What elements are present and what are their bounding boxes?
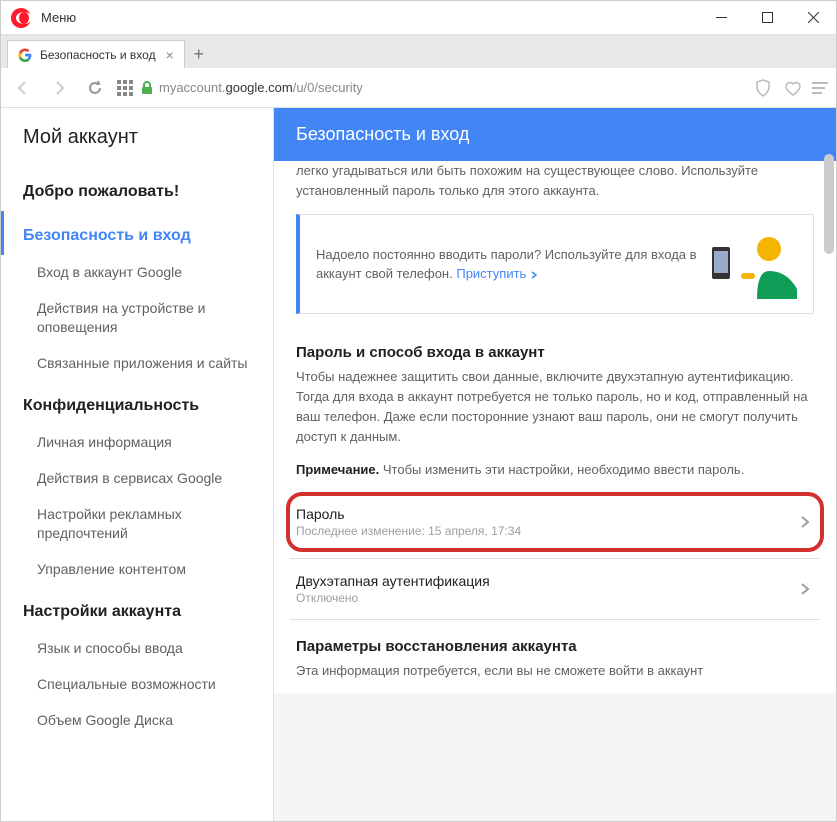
recovery-heading: Параметры восстановления аккаунта: [274, 620, 836, 661]
tab-title: Безопасность и вход: [40, 48, 156, 62]
tab-close-icon[interactable]: ×: [156, 47, 174, 63]
password-row[interactable]: Пароль Последнее изменение: 15 апреля, 1…: [286, 492, 824, 552]
twostep-subtitle: Отключено: [296, 591, 490, 605]
content-area: Мой аккаунт Добро пожаловать! Безопаснос…: [1, 108, 836, 821]
chevron-right-icon: [800, 582, 810, 596]
sidebar-section-privacy[interactable]: Конфиденциальность: [1, 381, 273, 425]
sidebar-item-access[interactable]: Специальные возможности: [1, 667, 273, 703]
password-subtitle: Последнее изменение: 15 апреля, 17:34: [296, 524, 521, 538]
recovery-desc: Эта информация потребуется, если вы не с…: [274, 661, 836, 693]
opera-logo-icon[interactable]: [11, 8, 31, 28]
shield-icon[interactable]: [752, 77, 774, 99]
google-favicon-icon: [18, 48, 32, 62]
close-button[interactable]: [790, 1, 836, 35]
new-tab-button[interactable]: +: [185, 40, 213, 68]
promo-text: Надоело постоянно вводить пароли? Исполь…: [316, 245, 697, 284]
maximize-button[interactable]: [744, 1, 790, 35]
sidebar-item-personal[interactable]: Личная информация: [1, 425, 273, 461]
reload-button[interactable]: [81, 74, 109, 102]
main-header: Безопасность и вход: [274, 108, 836, 161]
phone-signin-promo: Надоело постоянно вводить пароли? Исполь…: [296, 214, 814, 314]
twostep-row[interactable]: Двухэтапная аутентификация Отключено: [290, 558, 820, 619]
sidebar: Мой аккаунт Добро пожаловать! Безопаснос…: [1, 108, 274, 821]
heart-icon[interactable]: [782, 77, 804, 99]
address-bar: myaccount.google.com/u/0/security: [1, 68, 836, 108]
sidebar-item-lang[interactable]: Язык и способы ввода: [1, 631, 273, 667]
twostep-title: Двухэтапная аутентификация: [296, 573, 490, 589]
speed-dial-button[interactable]: [117, 80, 133, 96]
sidebar-item-devices[interactable]: Действия на устройстве и оповещения: [1, 291, 273, 346]
sidebar-title: Мой аккаунт: [1, 108, 273, 167]
main-panel: Безопасность и вход легко угадываться ил…: [274, 108, 836, 821]
promo-link[interactable]: Приступить: [456, 266, 538, 281]
sidebar-item-ads[interactable]: Настройки рекламных предпочтений: [1, 497, 273, 552]
sidebar-section-settings[interactable]: Настройки аккаунта: [1, 587, 273, 631]
password-title: Пароль: [296, 506, 521, 522]
back-button[interactable]: [9, 74, 37, 102]
minimize-button[interactable]: [698, 1, 744, 35]
sidebar-item-content[interactable]: Управление контентом: [1, 552, 273, 588]
main-scroll: легко угадываться или быть похожим на су…: [274, 161, 836, 693]
url-text: myaccount.google.com/u/0/security: [159, 80, 363, 95]
url-field[interactable]: myaccount.google.com/u/0/security: [141, 80, 744, 95]
sidebar-item-activity[interactable]: Действия в сервисах Google: [1, 461, 273, 497]
scrollbar-thumb[interactable]: [824, 154, 834, 254]
password-section-desc: Чтобы надежнее защитить свои данные, вкл…: [274, 367, 836, 460]
tab-bar: Безопасность и вход × +: [1, 35, 836, 68]
sidebar-item-signin[interactable]: Вход в аккаунт Google: [1, 255, 273, 291]
password-note: Примечание. Чтобы изменить эти настройки…: [274, 460, 836, 492]
sidebar-section-security[interactable]: Безопасность и вход: [1, 211, 273, 255]
window-titlebar: Меню: [1, 1, 836, 35]
menu-label[interactable]: Меню: [41, 10, 76, 25]
window-controls: [698, 1, 836, 35]
password-section-heading: Пароль и способ входа в аккаунт: [274, 334, 836, 367]
lock-icon: [141, 81, 153, 95]
sidebar-item-storage[interactable]: Объем Google Диска: [1, 703, 273, 739]
easy-setup-icon[interactable]: [812, 82, 828, 94]
phone-user-illustration-icon: [707, 229, 797, 299]
forward-button[interactable]: [45, 74, 73, 102]
browser-tab[interactable]: Безопасность и вход ×: [7, 40, 185, 68]
chevron-right-icon: [800, 515, 810, 529]
sidebar-item-apps[interactable]: Связанные приложения и сайты: [1, 346, 273, 382]
sidebar-welcome[interactable]: Добро пожаловать!: [1, 167, 273, 211]
intro-text: легко угадываться или быть похожим на су…: [274, 161, 836, 214]
